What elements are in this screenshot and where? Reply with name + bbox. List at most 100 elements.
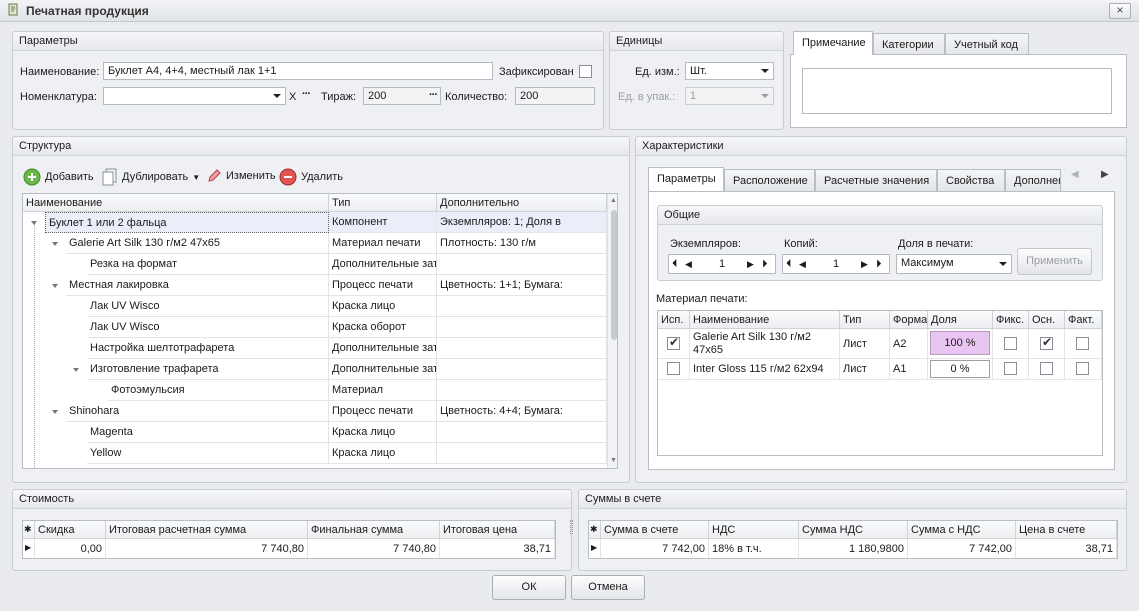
add-button[interactable]: Добавить <box>23 168 94 186</box>
mcol-type[interactable]: Тип <box>840 311 890 329</box>
share-value: Максимум <box>901 257 954 269</box>
splitter-grip[interactable] <box>570 520 573 534</box>
tree-cell-name: Изготовление трафарета <box>87 359 329 380</box>
next-icon[interactable]: ▶ <box>747 259 754 270</box>
material-type: Лист <box>840 329 890 359</box>
last-icon[interactable]: ⏵ <box>762 258 768 271</box>
scroll-up-icon[interactable]: ▲ <box>610 197 617 204</box>
main-checkbox[interactable] <box>1040 362 1053 375</box>
tab-note[interactable]: Примечание <box>793 31 873 55</box>
prev-icon[interactable]: ◀ <box>799 259 806 270</box>
mcol-name[interactable]: Наименование <box>690 311 840 329</box>
tab-scroll-left-icon[interactable]: ◀ <box>1071 169 1079 180</box>
unit-select[interactable]: Шт. <box>685 62 774 80</box>
first-icon[interactable]: ⏴ <box>672 258 678 271</box>
quantity-input[interactable]: 200 <box>515 87 595 105</box>
tab-account-code[interactable]: Учетный код <box>945 33 1029 55</box>
edit-label: Изменить <box>226 170 276 182</box>
first-icon[interactable]: ⏴ <box>786 258 792 271</box>
share-input[interactable]: 100 % <box>930 331 990 355</box>
tab-categories[interactable]: Категории <box>873 33 945 55</box>
mcol-use[interactable]: Исп. <box>658 311 690 329</box>
tree-cell-name: Shinohara <box>66 401 329 422</box>
cost-col-price[interactable]: Итоговая цена <box>440 521 555 539</box>
expand-icon[interactable] <box>52 284 58 288</box>
pack-select[interactable]: 1 <box>685 87 774 105</box>
fact-checkbox[interactable] <box>1076 337 1089 350</box>
apply-button[interactable]: Применить <box>1017 248 1092 275</box>
duplicate-button[interactable]: Дублировать ▼ <box>102 168 200 186</box>
tab-location[interactable]: Расположение <box>724 169 815 191</box>
mcol-fact[interactable]: Факт. <box>1065 311 1102 329</box>
clear-button[interactable]: X <box>289 91 296 103</box>
tab-calculated[interactable]: Расчетные значения <box>815 169 937 191</box>
note-textarea[interactable] <box>802 68 1112 114</box>
cost-col-discount[interactable]: Скидка <box>35 521 106 539</box>
tree-cell-type: Дополнительные зат <box>329 254 437 275</box>
chevron-down-icon <box>999 262 1007 266</box>
main-checkbox[interactable] <box>1040 335 1053 350</box>
tab-parameters[interactable]: Параметры <box>648 167 724 191</box>
tree-scrollbar[interactable]: ▲ ▼ <box>607 194 617 468</box>
last-icon[interactable]: ⏵ <box>876 258 882 271</box>
tree-cell-name: Резка на формат <box>87 254 329 275</box>
fixed-checkbox[interactable] <box>1004 337 1017 350</box>
nomenclature-select[interactable] <box>103 87 286 105</box>
params-group: Параметры Наименование: Буклет А4, 4+4, … <box>12 31 604 130</box>
nomenclature-more-button[interactable]: ··· <box>302 88 311 100</box>
mcol-fixed[interactable]: Фикс. <box>993 311 1029 329</box>
col-type[interactable]: Тип <box>329 194 437 212</box>
tab-additional[interactable]: Дополнен <box>1005 169 1061 191</box>
cost-group: Стоимость ✱ Скидка Итоговая расчетная су… <box>12 489 572 571</box>
delete-button[interactable]: Удалить <box>279 168 343 186</box>
inv-col-sum[interactable]: Сумма в счете <box>601 521 709 539</box>
col-extra[interactable]: Дополнительно <box>437 194 607 212</box>
cost-discount: 0,00 <box>35 539 106 558</box>
tree-guide-line <box>34 224 35 468</box>
inv-col-vat-sum[interactable]: Сумма НДС <box>799 521 908 539</box>
prev-icon[interactable]: ◀ <box>685 259 692 270</box>
expand-icon[interactable] <box>52 410 58 414</box>
material-row-2-use-cell <box>658 359 690 380</box>
inv-col-price[interactable]: Цена в счете <box>1016 521 1117 539</box>
scroll-thumb[interactable] <box>611 210 617 340</box>
tree-cell-name: Yellow <box>87 443 329 464</box>
material-grid[interactable]: Исп. Наименование Тип Формат Доля Фикс. … <box>657 310 1103 456</box>
tab-scroll-right-icon[interactable]: ▶ <box>1101 169 1109 180</box>
mcol-share[interactable]: Доля <box>928 311 993 329</box>
cost-grid[interactable]: ✱ Скидка Итоговая расчетная сумма Финаль… <box>22 520 556 559</box>
expand-icon[interactable] <box>73 368 79 372</box>
use-checkbox[interactable] <box>667 362 680 375</box>
tree-cell-extra: Экземпляров: 1; Доля в <box>437 212 607 233</box>
invoice-grid[interactable]: ✱ Сумма в счете НДС Сумма НДС Сумма с НД… <box>588 520 1118 559</box>
structure-tree[interactable]: Наименование Тип Дополнительно Буклет 1 … <box>22 193 618 469</box>
close-button[interactable]: × <box>1109 3 1131 19</box>
edit-button[interactable]: Изменить <box>206 168 276 184</box>
ok-button[interactable]: ОК <box>492 575 566 600</box>
use-checkbox[interactable] <box>667 335 680 350</box>
copies-spinner[interactable]: ⏴ ◀ 1 ▶ ⏵ <box>668 254 776 274</box>
mcol-main[interactable]: Осн. <box>1029 311 1065 329</box>
next-icon[interactable]: ▶ <box>861 259 868 270</box>
fact-checkbox[interactable] <box>1076 362 1089 375</box>
col-name[interactable]: Наименование <box>23 194 329 212</box>
name-input[interactable]: Буклет А4, 4+4, местный лак 1+1 <box>103 62 493 80</box>
cancel-button[interactable]: Отмена <box>571 575 645 600</box>
nomenclature-label: Номенклатура: <box>20 91 97 103</box>
tab-properties[interactable]: Свойства <box>937 169 1005 191</box>
inv-col-vat[interactable]: НДС <box>709 521 799 539</box>
share-select[interactable]: Максимум <box>896 254 1012 274</box>
edition-input[interactable]: 200 ··· <box>363 87 441 105</box>
mcol-format[interactable]: Формат <box>890 311 928 329</box>
scroll-down-icon[interactable]: ▼ <box>610 457 617 464</box>
kopii-spinner[interactable]: ⏴ ◀ 1 ▶ ⏵ <box>782 254 890 274</box>
cost-col-total-calc[interactable]: Итоговая расчетная сумма <box>106 521 308 539</box>
fixed-checkbox[interactable] <box>579 65 592 78</box>
share-input[interactable]: 0 % <box>930 360 990 378</box>
cost-col-final[interactable]: Финальная сумма <box>308 521 440 539</box>
expand-icon[interactable] <box>52 242 58 246</box>
inv-col-sum-with-vat[interactable]: Сумма с НДС <box>908 521 1016 539</box>
chevron-down-icon <box>761 69 769 73</box>
cost-price: 38,71 <box>440 539 555 558</box>
fixed-checkbox[interactable] <box>1004 362 1017 375</box>
